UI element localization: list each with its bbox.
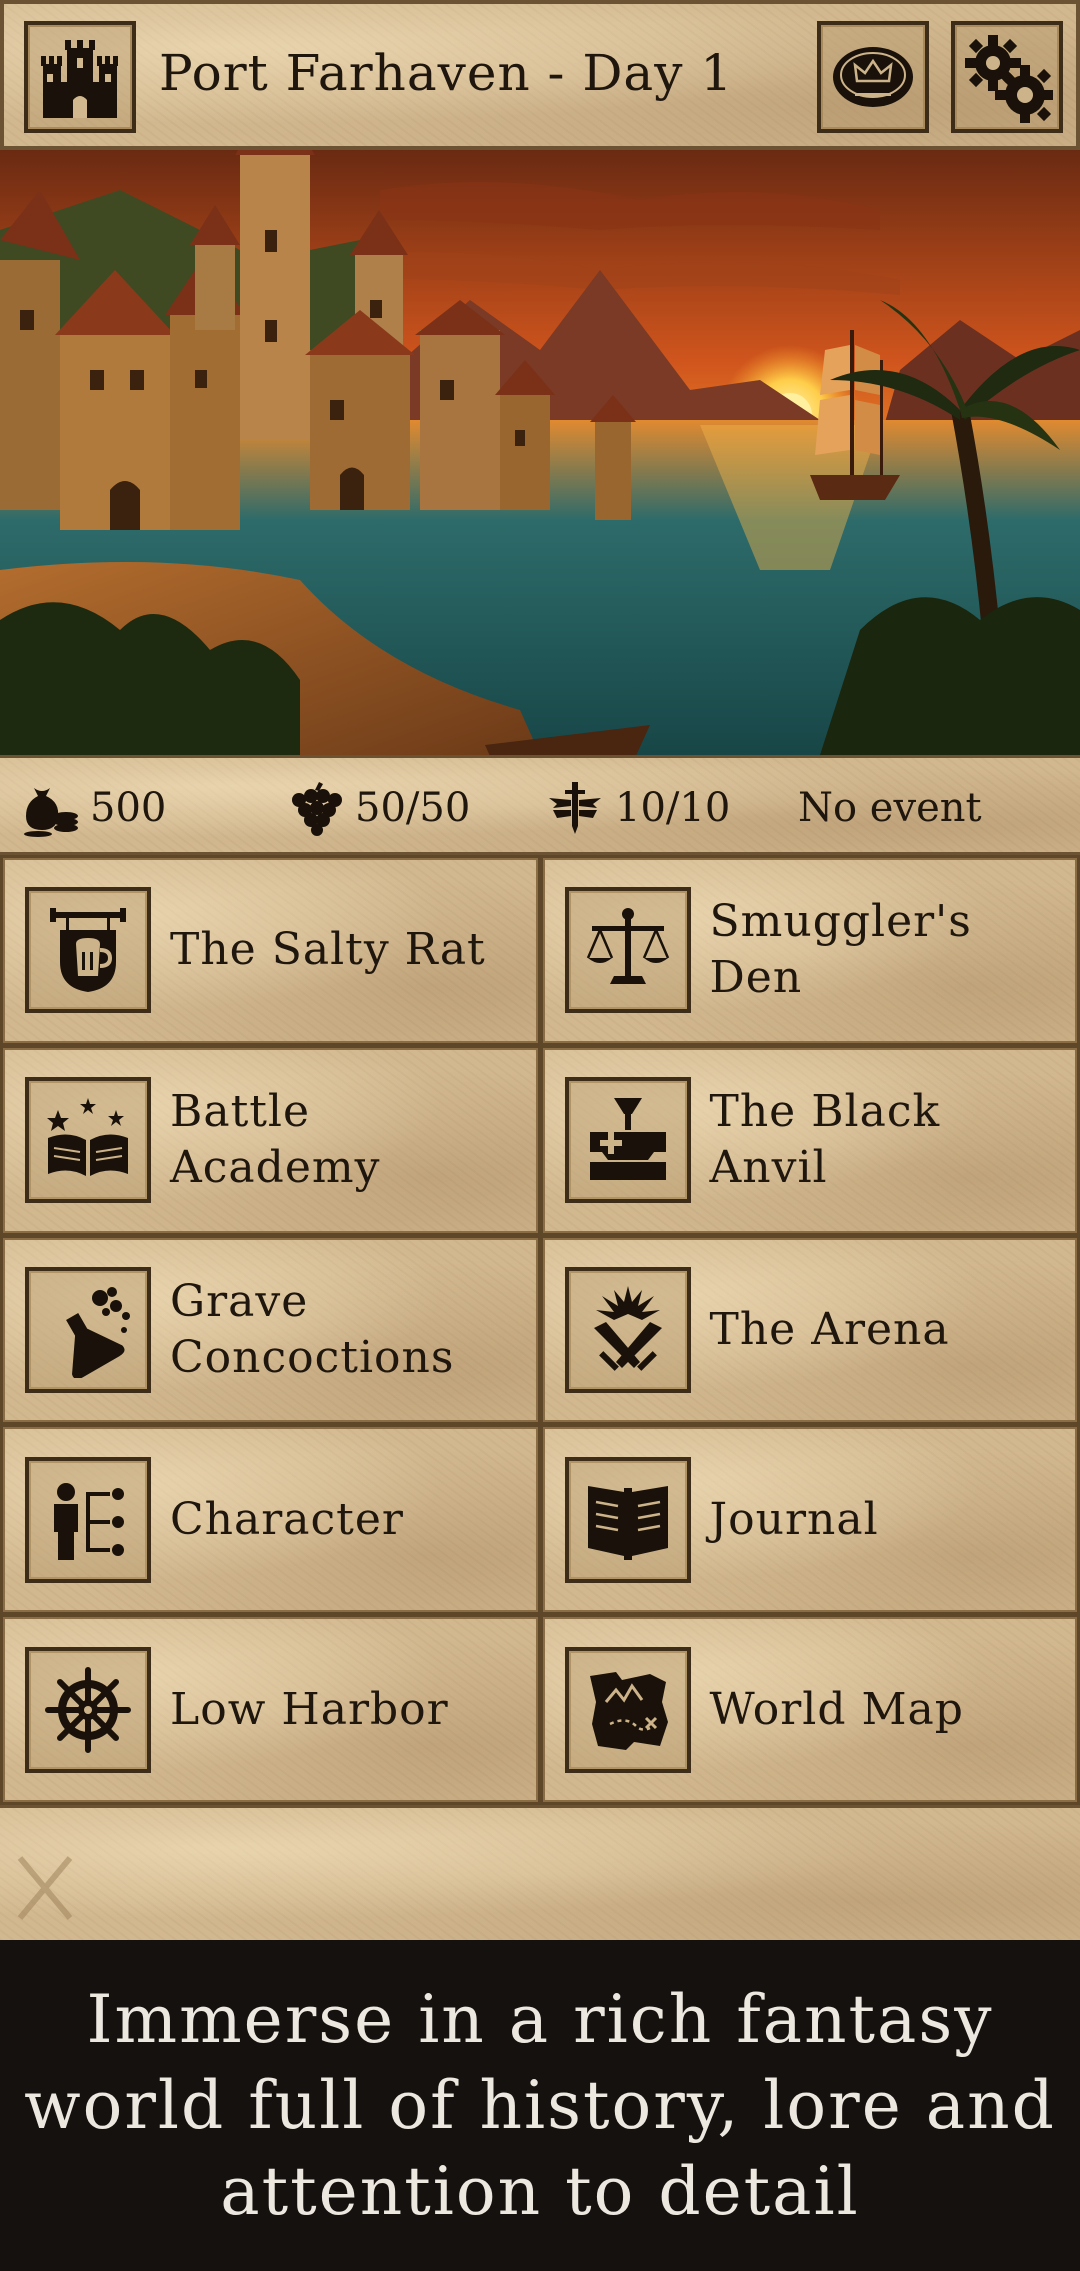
food-stat: 50/50 [285,778,470,838]
potion-flask-icon [25,1266,151,1393]
location-journal[interactable]: Journal [542,1427,1077,1613]
character-tree-icon [25,1456,151,1583]
harbor-town-illustration [0,150,1080,755]
anvil-icon [564,1077,691,1204]
location-label: The Salty Rat [170,924,486,976]
parchment-map-strip [0,1805,1080,1940]
treasure-map-icon [564,1646,691,1773]
caption-text: Immerse in a rich fantasy world full of … [24,1980,1056,2230]
crossed-swords-icon [564,1266,691,1393]
gold-stat: 500 [20,778,166,838]
ship-wheel-icon [25,1646,151,1773]
location-label: Character [170,1493,404,1545]
grapes-icon [292,782,342,836]
location-label: Smuggler's Den [709,896,972,1004]
location-label: World Map [709,1683,964,1735]
location-the-black-anvil[interactable]: The Black Anvil [542,1047,1077,1233]
event-value: No event [798,785,982,831]
winged-sword-icon [549,782,601,834]
location-the-salty-rat[interactable]: The Salty Rat [3,858,538,1043]
location-smugglers-den[interactable]: Smuggler's Den [542,858,1077,1043]
tavern-sign-icon [25,887,151,1014]
location-grid: The Salty Rat Smuggler's Den Battle Acad… [0,855,1080,1805]
location-the-arena[interactable]: The Arena [542,1237,1077,1423]
castle-icon [24,21,136,133]
scales-icon [564,887,691,1014]
location-grave-concoctions[interactable]: Grave Concoctions [3,1237,538,1423]
location-label: Grave Concoctions [170,1275,455,1383]
location-low-harbor[interactable]: Low Harbor [3,1617,538,1802]
crown-button[interactable] [817,21,929,133]
top-bar: Port Farhaven - Day 1 [0,0,1080,150]
food-value: 50/50 [355,785,471,831]
location-character[interactable]: Character [3,1427,538,1613]
event-status: No event [798,778,982,838]
spellbook-icon [25,1077,151,1204]
health-value: 10/10 [615,785,731,831]
promo-caption: Immerse in a rich fantasy world full of … [0,1940,1080,2271]
settings-button[interactable] [951,21,1063,133]
location-world-map[interactable]: World Map [542,1617,1077,1802]
map-marking-x-icon [17,1856,73,1920]
location-label: The Black Anvil [709,1086,941,1194]
page-title: Port Farhaven - Day 1 [159,44,734,102]
location-label: Journal [709,1493,879,1545]
status-bar: 500 50/50 10/10 No event [0,755,1080,855]
coin-bag-icon [24,788,78,837]
gold-value: 500 [90,785,167,831]
gears-icon [965,35,1053,123]
crown-icon [833,47,913,107]
location-label: Battle Academy [170,1086,381,1194]
open-book-icon [564,1456,691,1583]
location-label: Low Harbor [170,1683,449,1735]
location-label: The Arena [709,1303,950,1355]
health-stat: 10/10 [545,778,730,838]
location-battle-academy[interactable]: Battle Academy [3,1047,538,1233]
